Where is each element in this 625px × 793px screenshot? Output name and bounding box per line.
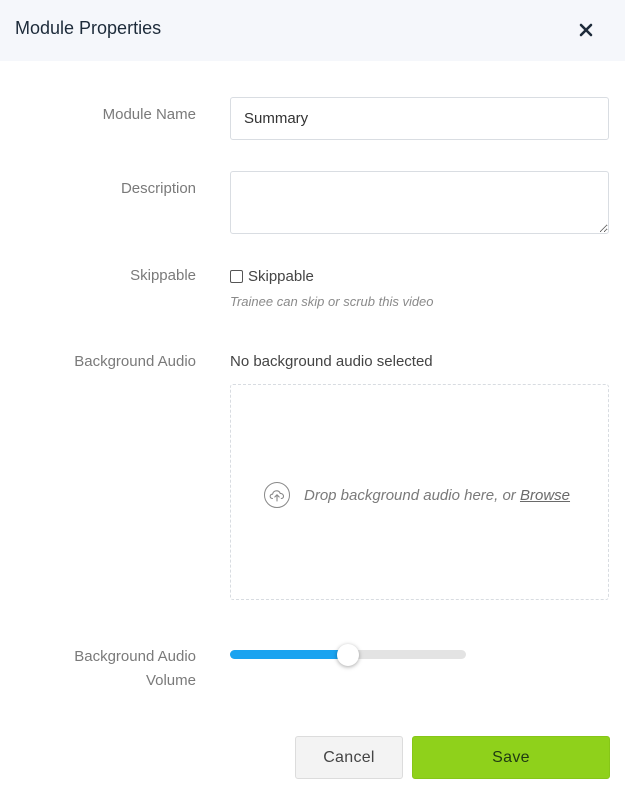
dialog-header: Module Properties [0,0,625,61]
volume-label: Background Audio Volume [74,645,196,693]
cloud-upload-icon [264,482,290,508]
volume-slider[interactable] [230,644,466,666]
save-button[interactable]: Save [412,736,610,779]
slider-thumb[interactable] [337,644,359,666]
volume-label-line2: Volume [145,672,196,689]
dropzone-prompt: Drop background audio here, or [304,486,520,504]
close-icon [579,23,593,37]
module-name-input[interactable] [230,97,609,140]
description-label: Description [120,180,196,197]
skippable-checkbox-label[interactable]: Skippable [248,268,314,285]
skippable-checkbox-row[interactable]: Skippable [230,266,314,286]
audio-dropzone[interactable]: Drop background audio here, or Browse [230,384,609,600]
dropzone-content: Drop background audio here, or Browse [263,481,570,509]
volume-label-line1: Background Audio [74,648,196,665]
skippable-hint: Trainee can skip or scrub this video [230,294,434,309]
background-audio-status: No background audio selected [230,353,433,370]
skippable-label: Skippable [130,267,196,284]
module-name-label: Module Name [102,106,196,123]
slider-fill [230,650,348,659]
close-button[interactable] [574,18,598,42]
browse-link[interactable]: Browse [520,487,570,504]
dialog-title: Module Properties [15,18,162,38]
skippable-checkbox[interactable] [230,269,243,283]
description-textarea[interactable] [230,171,609,234]
dropzone-text: Drop background audio here, or Browse [304,487,570,504]
cancel-button[interactable]: Cancel [295,736,403,779]
background-audio-label: Background Audio [74,353,196,370]
